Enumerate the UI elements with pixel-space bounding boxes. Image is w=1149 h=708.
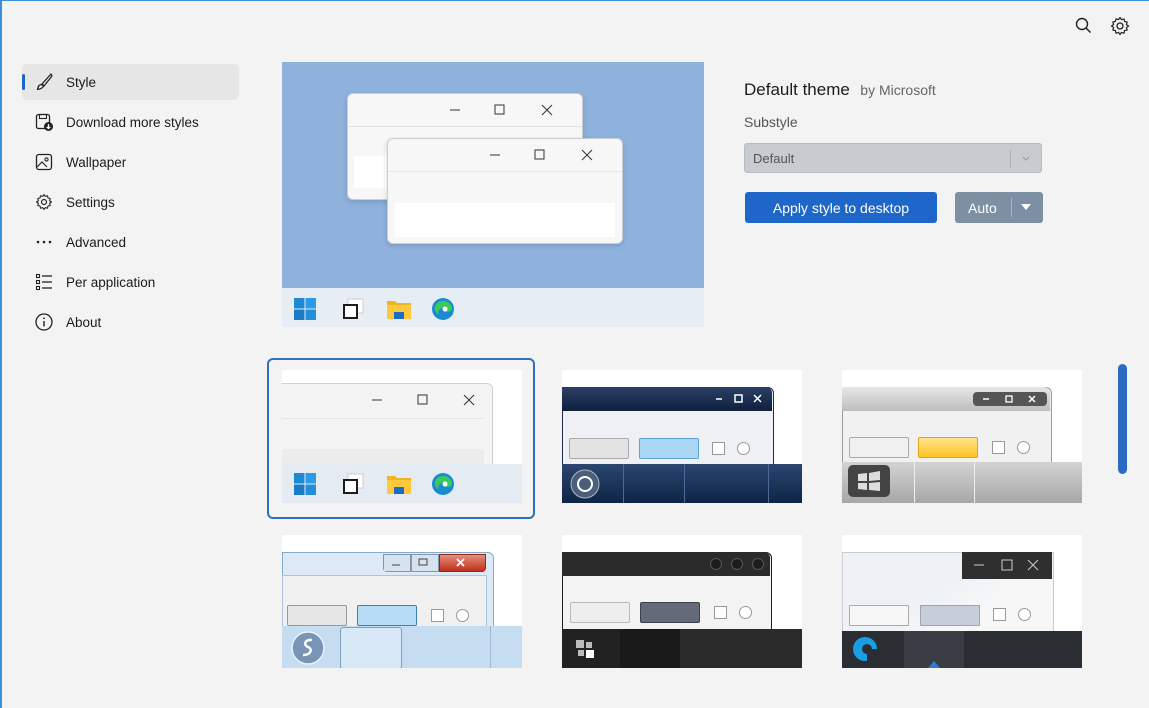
substyle-label: Substyle <box>744 114 798 130</box>
caret-down-icon[interactable] <box>1021 204 1031 211</box>
dropdown-divider <box>1010 150 1011 168</box>
split-divider <box>1011 198 1012 217</box>
preview-window-front <box>387 138 623 244</box>
sidebar-item-style[interactable]: Style <box>22 64 239 100</box>
search-icon[interactable] <box>1072 14 1096 38</box>
style-thumbnail-light-flat[interactable] <box>842 535 1082 668</box>
wallpaper-icon <box>33 151 55 173</box>
file-explorer-icon <box>387 301 411 319</box>
apply-style-button[interactable]: Apply style to desktop <box>745 192 937 223</box>
list-icon <box>33 271 55 293</box>
style-thumbnail-silver[interactable] <box>842 370 1082 503</box>
info-icon <box>33 311 55 333</box>
sidebar-item-settings[interactable]: Settings <box>22 184 239 220</box>
substyle-dropdown[interactable]: Default <box>744 143 1042 173</box>
auto-split-button[interactable]: Auto <box>955 192 1043 223</box>
gear-icon[interactable] <box>1108 14 1132 38</box>
preview-taskbar <box>282 288 704 327</box>
sidebar-item-about[interactable]: About <box>22 304 239 340</box>
sidebar-item-per-application[interactable]: Per application <box>22 264 239 300</box>
more-icon <box>33 231 55 253</box>
style-thumbnail-dark-blue[interactable] <box>562 370 802 503</box>
windows-start-icon <box>294 298 316 320</box>
auto-button-label: Auto <box>968 200 997 216</box>
theme-info: Default theme by Microsoft Substyle <box>744 80 1044 130</box>
sidebar-item-wallpaper[interactable]: Wallpaper <box>22 144 239 180</box>
download-icon <box>33 111 55 133</box>
style-thumbnail-light-blue[interactable] <box>282 535 522 668</box>
task-view-icon <box>343 298 364 319</box>
edge-icon <box>432 298 454 320</box>
sidebar-item-label: About <box>66 314 102 330</box>
sidebar-nav: Style Download more styles Wallpaper Set… <box>22 64 239 344</box>
sidebar-item-advanced[interactable]: Advanced <box>22 224 239 260</box>
sidebar-item-label: Settings <box>66 194 115 210</box>
theme-author: by Microsoft <box>860 82 936 98</box>
style-preview <box>282 62 704 327</box>
sidebar-item-label: Wallpaper <box>66 154 127 170</box>
sidebar-item-label: Download more styles <box>66 114 199 130</box>
brush-icon <box>33 71 55 93</box>
sidebar-item-label: Style <box>66 74 97 90</box>
chevron-down-icon <box>1022 156 1030 161</box>
gear-icon <box>33 191 55 213</box>
selected-thumbnail-border <box>267 358 535 519</box>
sidebar-item-download[interactable]: Download more styles <box>22 104 239 140</box>
substyle-value: Default <box>753 151 795 166</box>
scrollbar-thumb[interactable] <box>1118 364 1127 474</box>
style-thumbnail-dark-graphite[interactable] <box>562 535 802 668</box>
theme-title: Default theme <box>744 80 850 99</box>
sidebar-item-label: Advanced <box>66 234 127 250</box>
sidebar-item-label: Per application <box>66 274 156 290</box>
